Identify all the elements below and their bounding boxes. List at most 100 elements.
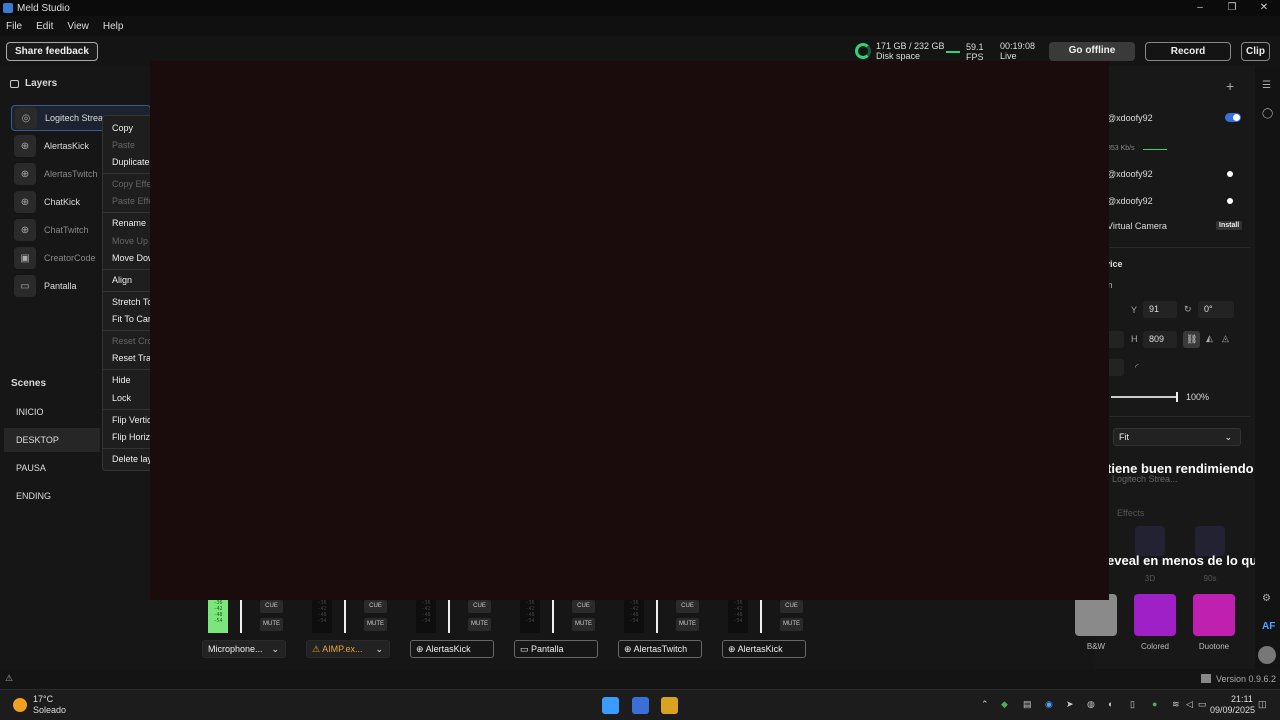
tray-chevron-icon[interactable]: ⌃ <box>981 699 989 710</box>
scene-item-pausa[interactable]: PAUSA <box>4 456 100 480</box>
mute-button[interactable]: MUTE <box>572 618 595 631</box>
menu-view[interactable]: View <box>67 21 89 32</box>
channel-select[interactable]: Microphone... ⌄ <box>202 640 286 658</box>
effect-3d-thumb[interactable] <box>1135 526 1165 556</box>
meld-taskbar-icon[interactable] <box>632 697 649 714</box>
menu-lock[interactable]: Lock <box>112 393 131 403</box>
minimize-button[interactable]: – <box>1184 0 1216 16</box>
properties-icon[interactable]: ☰ <box>1262 80 1271 91</box>
account-2-toggle[interactable] <box>1227 171 1233 177</box>
flip-horizontal-icon[interactable]: ◭ <box>1206 333 1213 344</box>
fit-select[interactable]: Fit ⌄ <box>1113 428 1241 446</box>
aimp-taskbar-icon[interactable] <box>661 697 678 714</box>
channel-select[interactable]: ⊕ AlertasTwitch <box>618 640 702 658</box>
menu-flip-horizontal[interactable]: Flip Horizo <box>112 432 150 442</box>
menu-move-down[interactable]: Move Dow <box>112 253 150 263</box>
warning-icon[interactable]: ⚠ <box>5 673 13 684</box>
volume-fader[interactable] <box>240 600 242 633</box>
channel-select[interactable]: ▭ Pantalla <box>514 640 598 658</box>
menu-delete-layer[interactable]: Delete lay <box>112 454 150 464</box>
chat-icon[interactable]: ◯ <box>1262 108 1273 119</box>
effect-90s-thumb[interactable] <box>1195 526 1225 556</box>
menu-file[interactable]: File <box>6 21 22 32</box>
cue-button[interactable]: CUE <box>780 600 803 613</box>
maximize-button[interactable]: ❐ <box>1216 0 1248 16</box>
rotation-input[interactable]: 0° <box>1198 301 1234 318</box>
flip-vertical-icon[interactable]: ◬ <box>1222 333 1229 344</box>
volume-fader[interactable] <box>448 600 450 633</box>
mute-button[interactable]: MUTE <box>780 618 803 631</box>
cue-button[interactable]: CUE <box>572 600 595 613</box>
go-offline-button[interactable]: Go offline <box>1049 42 1135 61</box>
filter-duotone-thumb[interactable] <box>1193 594 1235 636</box>
scene-item-ending[interactable]: ENDING <box>4 484 100 508</box>
mute-button[interactable]: MUTE <box>676 618 699 631</box>
menu-edit[interactable]: Edit <box>36 21 53 32</box>
tray-app-icon[interactable]: ◉ <box>1045 699 1053 710</box>
tray-app-icon[interactable]: ◆ <box>1001 699 1008 710</box>
source-select[interactable]: Logitech Strea... <box>1112 474 1178 484</box>
volume-fader[interactable] <box>344 600 346 633</box>
scene-item-inicio[interactable]: INICIO <box>4 400 100 424</box>
account-3-toggle[interactable] <box>1227 198 1233 204</box>
reset-icon[interactable]: ◜ <box>1135 362 1139 373</box>
y-input[interactable]: 91 <box>1143 301 1177 318</box>
opacity-slider-handle[interactable] <box>1176 392 1178 402</box>
mute-button[interactable]: MUTE <box>468 618 491 631</box>
menu-paste-effects[interactable]: Paste Effe <box>112 196 150 206</box>
menu-help[interactable]: Help <box>103 21 124 32</box>
avatar[interactable] <box>1258 646 1276 664</box>
volume-icon[interactable]: ◁ <box>1186 699 1193 710</box>
menu-align[interactable]: Align <box>112 275 132 285</box>
volume-fader[interactable] <box>656 600 658 633</box>
preview-canvas[interactable] <box>150 61 1109 600</box>
clock-date[interactable]: 09/09/2025 <box>1210 705 1255 715</box>
clock-time[interactable]: 21:11 <box>1231 694 1253 704</box>
opacity-slider[interactable] <box>1111 396 1177 398</box>
effects-logo-icon[interactable]: AF <box>1262 621 1275 632</box>
channel-select[interactable]: ⊕ AlertasKick <box>722 640 806 658</box>
tray-app-icon[interactable]: ▤ <box>1023 699 1032 710</box>
filter-colored-thumb[interactable] <box>1134 594 1176 636</box>
menu-paste[interactable]: Paste <box>112 140 135 150</box>
microphone-icon[interactable]: ● <box>1152 699 1157 709</box>
menu-copy-effects[interactable]: Copy Effe <box>112 179 150 189</box>
battery-icon[interactable]: ▭ <box>1198 699 1207 710</box>
tray-app-icon[interactable]: ▯ <box>1130 699 1135 710</box>
cue-button[interactable]: CUE <box>468 600 491 613</box>
menu-fit-to-canvas[interactable]: Fit To Can <box>112 314 150 324</box>
menu-reset-transform[interactable]: Reset Tran <box>112 353 150 363</box>
tray-app-icon[interactable]: ◐ <box>1108 699 1113 709</box>
menu-hide[interactable]: Hide <box>112 375 131 385</box>
volume-fader[interactable] <box>552 600 554 633</box>
install-button[interactable]: Install <box>1216 221 1243 230</box>
add-icon[interactable]: + <box>1226 78 1234 94</box>
height-input[interactable]: 809 <box>1143 331 1177 348</box>
stream-toggle[interactable] <box>1225 113 1241 122</box>
menu-stretch-to[interactable]: Stretch To <box>112 297 150 307</box>
discord-icon[interactable]: ◍ <box>1087 699 1095 710</box>
menu-flip-vertical[interactable]: Flip Vertic <box>112 415 150 425</box>
menu-duplicate[interactable]: Duplicate <box>112 157 150 167</box>
volume-fader[interactable] <box>760 600 762 633</box>
clip-button[interactable]: Clip <box>1241 42 1270 61</box>
notification-icon[interactable]: ◫ <box>1258 699 1267 710</box>
close-button[interactable]: ✕ <box>1248 0 1280 16</box>
settings-icon[interactable]: ⚙ <box>1262 593 1271 604</box>
wifi-icon[interactable]: ≋ <box>1172 699 1180 710</box>
menu-move-up[interactable]: Move Up <box>112 236 148 246</box>
record-button[interactable]: Record <box>1145 42 1231 61</box>
cue-button[interactable]: CUE <box>260 600 283 613</box>
scene-item-desktop[interactable]: DESKTOP <box>4 428 100 452</box>
menu-reset-crop[interactable]: Reset Crop <box>112 336 150 346</box>
filter-bw-thumb[interactable] <box>1075 594 1117 636</box>
cue-button[interactable]: CUE <box>676 600 699 613</box>
telegram-icon[interactable]: ➤ <box>1066 699 1074 710</box>
windows-start-icon[interactable] <box>602 697 619 714</box>
channel-select[interactable]: ⚠ AIMP.ex... ⌄ <box>306 640 390 658</box>
mute-button[interactable]: MUTE <box>260 618 283 631</box>
mute-button[interactable]: MUTE <box>364 618 387 631</box>
menu-rename[interactable]: Rename <box>112 218 146 228</box>
link-icon[interactable]: ⛓ <box>1183 331 1200 348</box>
share-feedback-button[interactable]: Share feedback <box>6 42 98 61</box>
